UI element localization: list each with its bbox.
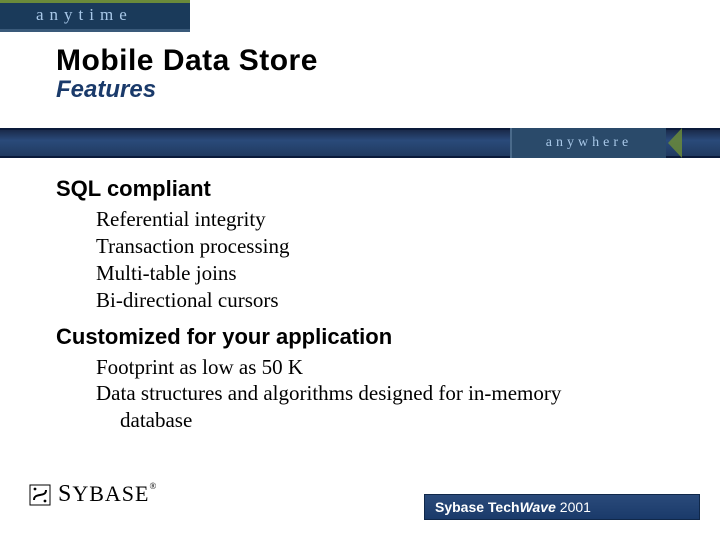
anywhere-badge: anywhere bbox=[510, 128, 666, 158]
anytime-badge: anytime bbox=[0, 0, 190, 32]
event-bar: Sybase TechWave 2001 bbox=[424, 494, 700, 520]
bullet-item: Transaction processing bbox=[96, 233, 680, 260]
bullet-list: Referential integrity Transaction proces… bbox=[96, 206, 680, 314]
body-content: SQL compliant Referential integrity Tran… bbox=[56, 176, 680, 444]
sybase-wordmark: SYBASE® bbox=[58, 481, 157, 508]
slide-subtitle: Features bbox=[56, 76, 318, 104]
triangle-icon bbox=[668, 128, 682, 158]
bullet-item: Multi-table joins bbox=[96, 260, 680, 287]
section-heading: Customized for your application bbox=[56, 324, 680, 350]
slide-title: Mobile Data Store bbox=[56, 44, 318, 78]
bullet-list: Footprint as low as 50 K Data structures… bbox=[96, 354, 680, 435]
slide: anytime Mobile Data Store Features anywh… bbox=[0, 0, 720, 540]
title-block: Mobile Data Store Features bbox=[56, 44, 318, 104]
bullet-item: Data structures and algorithms designed … bbox=[96, 380, 680, 407]
bullet-item-continuation: database bbox=[96, 407, 680, 434]
bullet-item: Bi-directional cursors bbox=[96, 287, 680, 314]
section-heading: SQL compliant bbox=[56, 176, 680, 202]
sybase-mark-icon bbox=[28, 482, 56, 508]
bullet-item: Referential integrity bbox=[96, 206, 680, 233]
bullet-item: Footprint as low as 50 K bbox=[96, 354, 680, 381]
sybase-logo: SYBASE® bbox=[28, 481, 157, 508]
